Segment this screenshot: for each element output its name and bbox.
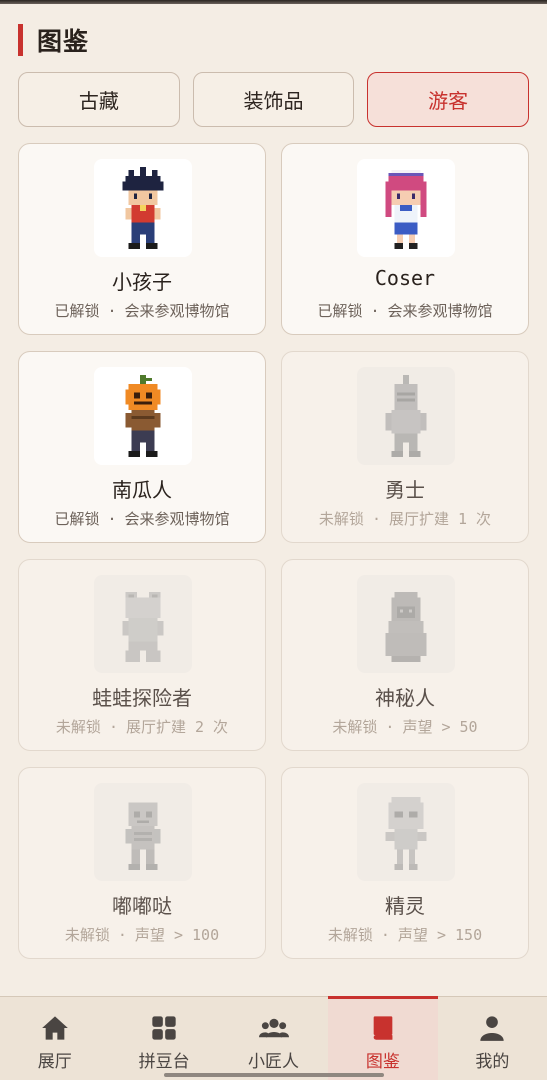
visitor-grid: 小孩子 已解锁 · 会来参观博物馆 Coser 已解锁 · 会来参观博物馆 南瓜… [18, 143, 529, 959]
visitor-status: 已解锁 · 会来参观博物馆 [317, 302, 493, 320]
visitor-card[interactable]: Coser 已解锁 · 会来参观博物馆 [281, 143, 529, 335]
home-indicator[interactable] [164, 1073, 384, 1077]
nav-label: 我的 [475, 1052, 510, 1072]
visitor-card[interactable]: 嘟嘟哒 未解锁 · 声望 > 100 [18, 767, 266, 959]
visitor-status: 未解锁 · 展厅扩建 1 次 [318, 510, 492, 528]
visitor-name: 南瓜人 [112, 478, 172, 502]
visitor-status: 未解锁 · 展厅扩建 2 次 [55, 718, 229, 736]
book-icon [368, 1013, 398, 1043]
frog-sprite [94, 575, 192, 673]
nav-mine[interactable]: 我的 [438, 997, 547, 1080]
visitor-name: 嘟嘟哒 [112, 894, 172, 918]
knight-sprite [357, 367, 455, 465]
nav-collection[interactable]: 图鉴 [328, 996, 439, 1080]
visitor-name: 小孩子 [112, 270, 172, 294]
visitor-status: 未解锁 · 声望 > 150 [327, 926, 483, 944]
nav-label: 拼豆台 [138, 1052, 190, 1072]
visitor-card[interactable]: 勇士 未解锁 · 展厅扩建 1 次 [281, 351, 529, 543]
nav-bead-table[interactable]: 拼豆台 [109, 997, 218, 1080]
status-strip [0, 0, 547, 4]
page-header: 图鉴 [18, 22, 89, 58]
nav-label: 图鉴 [365, 1052, 400, 1072]
visitor-name: Coser [374, 266, 436, 290]
nav-label: 展厅 [37, 1052, 72, 1072]
pumpkin-sprite [94, 367, 192, 465]
page-title: 图鉴 [37, 27, 90, 56]
visitor-card[interactable]: 小孩子 已解锁 · 会来参观博物馆 [18, 143, 266, 335]
people-icon [258, 1013, 289, 1043]
bottom-navigation: 展厅 拼豆台 小匠人 图鉴 我的 [0, 996, 547, 1080]
visitor-status: 未解锁 · 声望 > 50 [332, 718, 478, 736]
visitor-name: 蛙蛙探险者 [92, 686, 192, 710]
visitor-status: 已解锁 · 会来参观博物馆 [54, 510, 230, 528]
boy-sprite [94, 159, 192, 257]
tab-visitors[interactable]: 游客 [367, 72, 530, 127]
nav-label: 小匠人 [248, 1052, 300, 1072]
visitor-card[interactable]: 神秘人 未解锁 · 声望 > 50 [281, 559, 529, 751]
robot-sprite [94, 783, 192, 881]
visitor-card[interactable]: 南瓜人 已解锁 · 会来参观博物馆 [18, 351, 266, 543]
visitor-name: 勇士 [385, 478, 425, 502]
visitor-card[interactable]: 精灵 未解锁 · 声望 > 150 [281, 767, 529, 959]
grid-icon [149, 1013, 179, 1043]
visitor-status: 已解锁 · 会来参观博物馆 [54, 302, 230, 320]
visitor-name: 神秘人 [375, 686, 435, 710]
visitor-name: 精灵 [385, 894, 425, 918]
category-tabs: 古藏 装饰品 游客 [18, 72, 530, 128]
title-accent-bar [18, 24, 23, 56]
tab-decorations[interactable]: 装饰品 [192, 72, 355, 127]
tab-antiques[interactable]: 古藏 [18, 72, 180, 127]
visitor-card[interactable]: 蛙蛙探险者 未解锁 · 展厅扩建 2 次 [18, 559, 266, 751]
hooded-sprite [357, 575, 455, 673]
visitor-status: 未解锁 · 声望 > 100 [64, 926, 220, 944]
spirit-sprite [357, 783, 455, 881]
user-icon [477, 1013, 507, 1043]
home-icon [40, 1013, 70, 1043]
coser-sprite [357, 159, 455, 257]
nav-hall[interactable]: 展厅 [0, 997, 109, 1080]
nav-craftsmen[interactable]: 小匠人 [219, 997, 328, 1080]
